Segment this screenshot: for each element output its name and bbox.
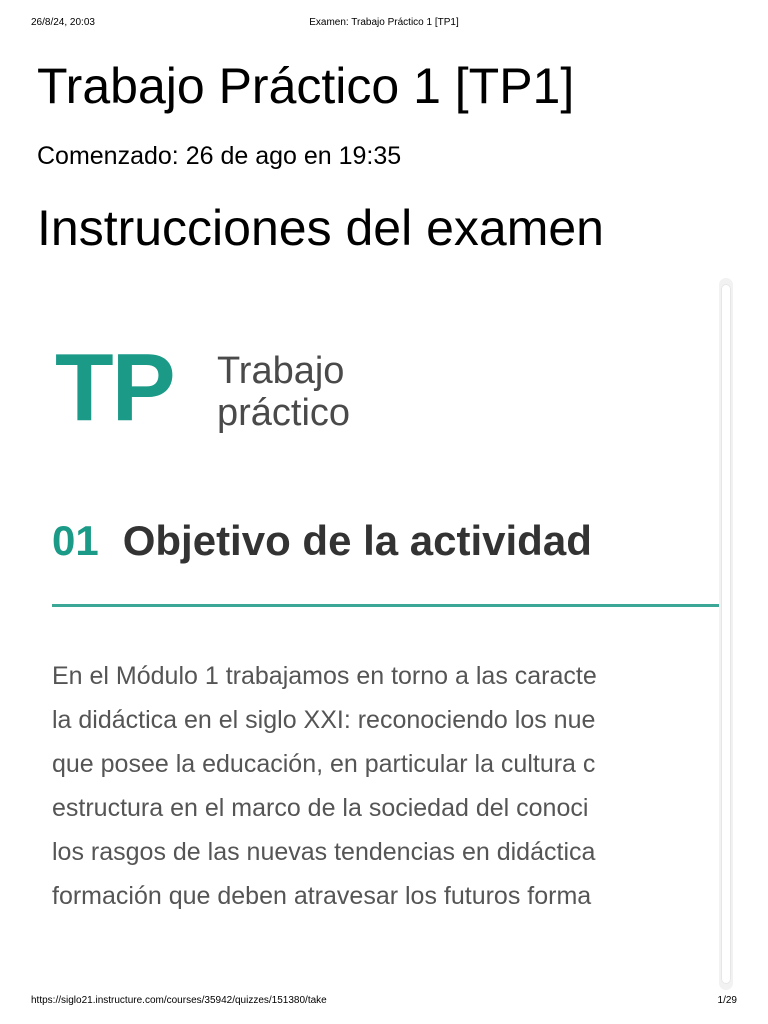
- section-number: 01: [52, 517, 99, 564]
- print-url: https://siglo21.instructure.com/courses/…: [31, 995, 327, 1006]
- paragraph-line: que posee la educación, en particular la…: [52, 750, 596, 778]
- section-heading: 01 Objetivo de la actividad: [52, 514, 592, 568]
- paragraph-line: la didáctica en el siglo XXI: reconocien…: [52, 706, 596, 734]
- tp-logo-text: Trabajo práctico: [217, 350, 350, 434]
- scrollbar-thumb[interactable]: [721, 284, 731, 984]
- section-title: Objetivo de la actividad: [122, 517, 592, 564]
- paragraph-line: formación que deben atravesar los futuro…: [52, 882, 592, 910]
- paragraph-line: los rasgos de las nuevas tendencias en d…: [52, 838, 596, 866]
- section-divider: [52, 604, 719, 607]
- objective-paragraph: En el Módulo 1 trabajamos en torno a las…: [52, 654, 719, 918]
- instructions-content-frame[interactable]: TP Trabajo práctico 01 Objetivo de la act…: [37, 278, 719, 990]
- tp-logo-text-line2: práctico: [217, 392, 351, 434]
- instructions-heading: Instrucciones del examen: [37, 200, 604, 256]
- print-header: 26/8/24, 20:03 Examen: Trabajo Práctico …: [0, 17, 768, 31]
- tp-logo-text-line1: Trabajo: [217, 350, 345, 392]
- tp-logo-letters: TP: [55, 334, 176, 441]
- paragraph-line: estructura en el marco de la sociedad de…: [52, 794, 589, 822]
- started-timestamp: Comenzado: 26 de ago en 19:35: [37, 142, 402, 170]
- print-document-title: Examen: Trabajo Práctico 1 [TP1]: [309, 17, 459, 28]
- print-footer: https://siglo21.instructure.com/courses/…: [0, 995, 768, 1009]
- page-title: Trabajo Práctico 1 [TP1]: [37, 58, 575, 114]
- print-page-number: 1/29: [717, 995, 737, 1006]
- paragraph-line: En el Módulo 1 trabajamos en torno a las…: [52, 662, 597, 690]
- content-scrollbar[interactable]: [719, 278, 733, 990]
